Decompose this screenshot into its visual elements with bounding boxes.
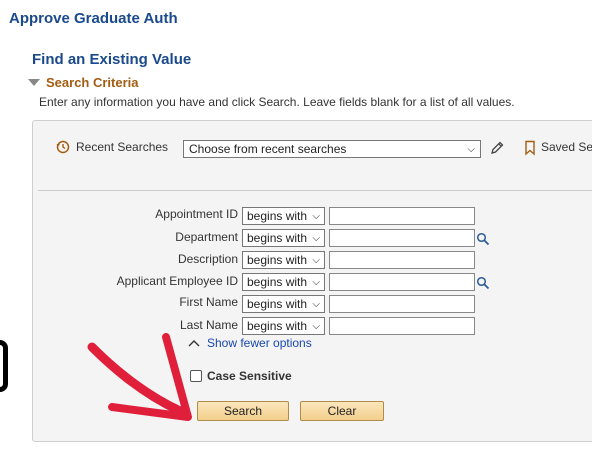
department-input[interactable]	[329, 229, 475, 247]
applicant-employee-id-operator-select[interactable]: begins with ⌵	[242, 273, 325, 291]
operator-value: begins with	[247, 319, 308, 333]
show-fewer-options-label: Show fewer options	[207, 336, 312, 350]
magnifier-icon[interactable]	[476, 232, 490, 246]
saved-searches-label[interactable]: Saved Se	[541, 140, 592, 154]
chevron-down-icon: ⌵	[312, 254, 320, 266]
chevron-down-icon: ⌵	[312, 232, 320, 244]
clear-button[interactable]: Clear	[300, 401, 384, 421]
appointment-id-operator-select[interactable]: begins with ⌵	[242, 207, 325, 225]
annotation-bracket	[0, 340, 8, 392]
panel-divider	[38, 190, 592, 191]
search-criteria-label: Search Criteria	[46, 75, 139, 90]
chevron-down-icon: ⌵	[312, 320, 320, 332]
last-name-input[interactable]	[329, 317, 475, 335]
operator-value: begins with	[247, 253, 308, 267]
field-label-department: Department	[175, 230, 238, 244]
first-name-operator-select[interactable]: begins with ⌵	[242, 295, 325, 313]
recent-searches-label: Recent Searches	[76, 140, 169, 154]
case-sensitive-label: Case Sensitive	[207, 369, 292, 383]
last-name-operator-select[interactable]: begins with ⌵	[242, 317, 325, 335]
recent-searches-value: Choose from recent searches	[189, 142, 347, 156]
chevron-down-icon: ⌵	[312, 298, 320, 310]
search-instructions: Enter any information you have and click…	[39, 95, 515, 109]
search-criteria-toggle[interactable]: Search Criteria	[28, 75, 139, 90]
chevron-down-icon: ⌵	[467, 143, 475, 155]
appointment-id-input[interactable]	[329, 207, 475, 225]
operator-value: begins with	[247, 231, 308, 245]
first-name-input[interactable]	[329, 295, 475, 313]
field-label-appointment-id: Appointment ID	[155, 207, 238, 221]
history-icon	[56, 140, 70, 154]
chevron-down-icon: ⌵	[312, 210, 320, 222]
operator-value: begins with	[247, 297, 308, 311]
magnifier-icon[interactable]	[476, 276, 490, 290]
bookmark-icon	[525, 140, 535, 156]
field-label-first-name: First Name	[179, 295, 238, 309]
pencil-icon[interactable]	[489, 140, 505, 156]
field-label-description: Description	[177, 252, 238, 266]
department-operator-select[interactable]: begins with ⌵	[242, 229, 325, 247]
page-title: Approve Graduate Auth	[9, 10, 178, 27]
search-button[interactable]: Search	[197, 401, 289, 421]
find-existing-value-title: Find an Existing Value	[32, 51, 192, 68]
recent-searches-select[interactable]: Choose from recent searches ⌵	[183, 140, 481, 158]
operator-value: begins with	[247, 275, 308, 289]
applicant-employee-id-input[interactable]	[329, 273, 475, 291]
field-label-applicant-employee-id: Applicant Employee ID	[116, 274, 238, 288]
description-operator-select[interactable]: begins with ⌵	[242, 251, 325, 269]
collapse-triangle-icon	[28, 79, 40, 86]
operator-value: begins with	[247, 209, 308, 223]
annotation-arrow-icon	[87, 333, 192, 421]
chevron-down-icon: ⌵	[312, 276, 320, 288]
description-input[interactable]	[329, 251, 475, 269]
